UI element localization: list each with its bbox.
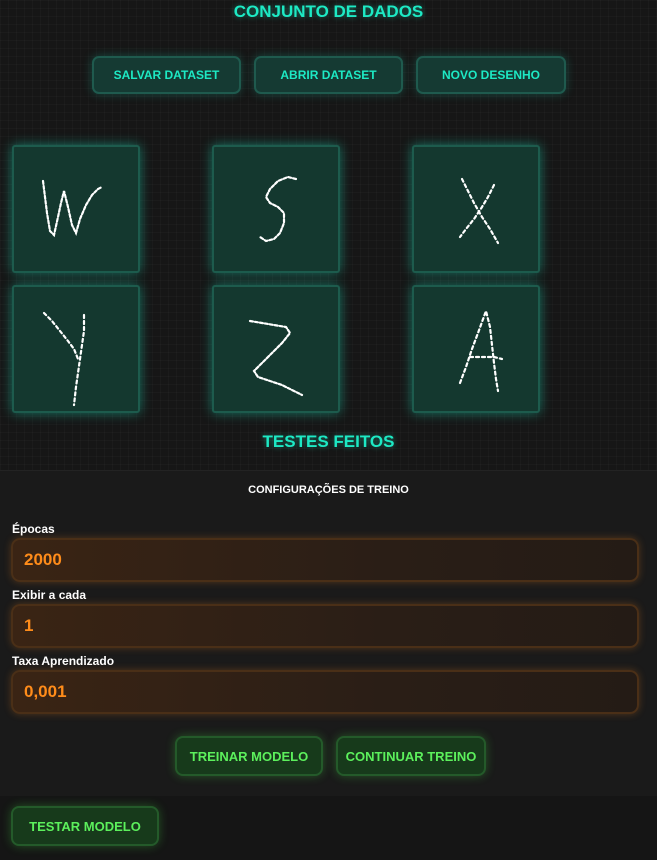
handwritten-y-drawing <box>42 311 86 407</box>
display-every-input[interactable] <box>11 604 639 648</box>
handwritten-a-drawing <box>458 307 504 393</box>
sample-tile-x[interactable]: X <box>412 145 540 273</box>
display-every-label: Exibir a cada <box>12 588 87 602</box>
new-drawing-button[interactable]: NOVO DESENHO <box>416 56 566 94</box>
sample-tile-y[interactable]: Y <box>12 285 140 413</box>
handwritten-s-drawing <box>258 175 298 243</box>
learning-rate-label: Taxa Aprendizado <box>12 654 115 668</box>
config-title: CONFIGURAÇÕES DE TREINO <box>248 484 409 496</box>
sample-tile-z[interactable]: Z <box>212 285 340 413</box>
dataset-title: CONJUNTO DE DADOS <box>233 2 424 21</box>
test-model-button[interactable]: TESTAR MODELO <box>11 806 159 846</box>
sample-tile-s[interactable]: S <box>212 145 340 273</box>
train-model-button[interactable]: TREINAR MODELO <box>175 736 323 776</box>
handwritten-z-drawing <box>248 319 304 397</box>
continue-training-button[interactable]: CONTINUAR TREINO <box>336 736 486 776</box>
handwritten-x-drawing <box>458 177 500 245</box>
training-config-panel: CONFIGURAÇÕES DE TREINO Épocas Exibir a … <box>0 470 657 797</box>
save-dataset-button[interactable]: SALVAR DATASET <box>92 56 241 94</box>
dataset-section: CONJUNTO DE DADOS SALVAR DATASET ABRIR D… <box>0 0 657 470</box>
sample-tile-a[interactable]: A <box>412 285 540 413</box>
tests-title: TESTES FEITOS <box>262 432 395 451</box>
handwritten-w-drawing <box>41 179 104 238</box>
open-dataset-button[interactable]: ABRIR DATASET <box>254 56 403 94</box>
epochs-input[interactable] <box>11 538 639 582</box>
learning-rate-input[interactable] <box>11 670 639 714</box>
sample-tile-w[interactable]: W <box>12 145 140 273</box>
epochs-label: Épocas <box>12 522 55 536</box>
